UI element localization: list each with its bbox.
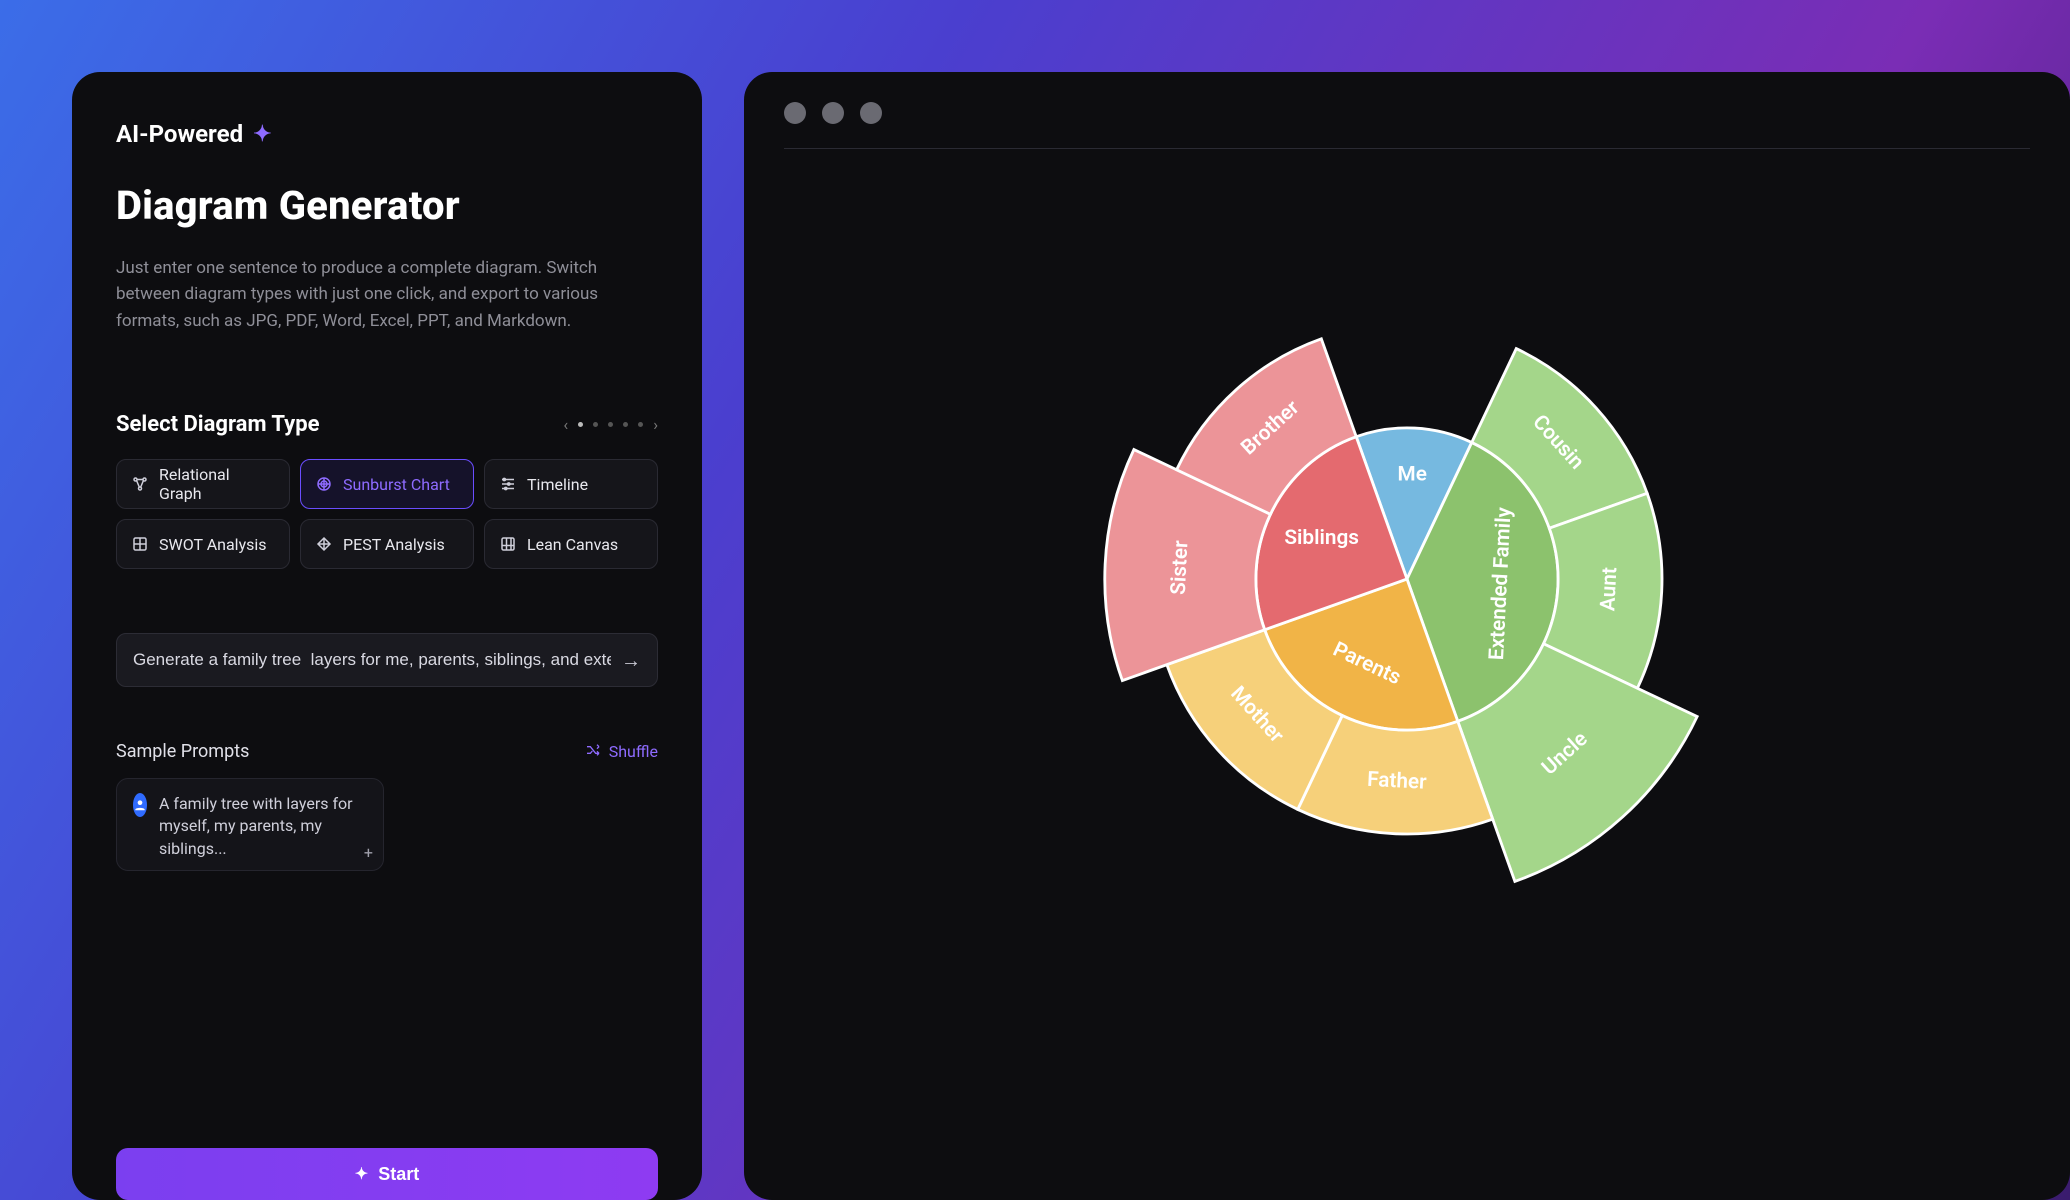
graph-icon bbox=[131, 475, 149, 493]
diagram-type-timeline[interactable]: Timeline bbox=[484, 459, 658, 509]
preview-window: MeExtended FamilyCousinAuntUncleParentsF… bbox=[744, 72, 2070, 1200]
avatar-icon bbox=[133, 793, 147, 817]
chip-label: PEST Analysis bbox=[343, 535, 445, 554]
prompt-input[interactable] bbox=[133, 650, 611, 670]
window-controls bbox=[784, 102, 2030, 149]
chip-label: Sunburst Chart bbox=[343, 475, 450, 494]
canvas-icon bbox=[499, 535, 517, 553]
svg-text:Siblings: Siblings bbox=[1284, 526, 1359, 550]
start-label: Start bbox=[378, 1164, 419, 1185]
diagram-type-sunburst-chart[interactable]: Sunburst Chart bbox=[300, 459, 474, 509]
svg-text:Sister: Sister bbox=[1167, 539, 1194, 595]
diagram-type-grid: Relational Graph Sunburst Chart bbox=[116, 459, 658, 569]
swot-icon bbox=[131, 535, 149, 553]
diagram-type-heading: Select Diagram Type bbox=[116, 412, 320, 437]
pager-dot[interactable] bbox=[578, 422, 583, 427]
sunburst-icon bbox=[315, 475, 333, 493]
diagram-type-pager: ‹ › bbox=[563, 415, 658, 434]
ai-powered-badge: AI-Powered ✦ bbox=[116, 120, 658, 148]
chip-label: Lean Canvas bbox=[527, 535, 618, 554]
sunburst-chart: MeExtended FamilyCousinAuntUncleParentsF… bbox=[784, 149, 2030, 939]
shuffle-label: Shuffle bbox=[609, 742, 658, 761]
prompt-input-bar: → bbox=[116, 633, 658, 687]
page-subtitle: Just enter one sentence to produce a com… bbox=[116, 255, 658, 334]
svg-text:Me: Me bbox=[1398, 463, 1427, 487]
submit-arrow-icon[interactable]: → bbox=[611, 648, 641, 673]
pager-dot[interactable] bbox=[593, 422, 598, 427]
pager-next-icon[interactable]: › bbox=[653, 415, 658, 434]
timeline-icon bbox=[499, 475, 517, 493]
pager-dot[interactable] bbox=[638, 422, 643, 427]
chip-label: SWOT Analysis bbox=[159, 535, 267, 554]
diagram-type-lean-canvas[interactable]: Lean Canvas bbox=[484, 519, 658, 569]
shuffle-icon bbox=[585, 742, 601, 762]
badge-text: AI-Powered bbox=[116, 120, 243, 148]
window-dot-icon bbox=[860, 102, 882, 124]
chip-label: Timeline bbox=[527, 475, 588, 494]
diagram-type-pest-analysis[interactable]: PEST Analysis bbox=[300, 519, 474, 569]
start-button[interactable]: ✦ Start bbox=[116, 1148, 658, 1200]
svg-text:Aunt: Aunt bbox=[1596, 567, 1622, 612]
sparkle-icon: ✦ bbox=[355, 1164, 368, 1184]
pager-prev-icon[interactable]: ‹ bbox=[563, 415, 568, 434]
sample-prompt-text: A family tree with layers for myself, my… bbox=[159, 793, 367, 860]
chip-label: Relational Graph bbox=[159, 465, 275, 503]
generator-panel: AI-Powered ✦ Diagram Generator Just ente… bbox=[72, 72, 702, 1200]
pager-dot[interactable] bbox=[623, 422, 628, 427]
sample-prompt-card[interactable]: A family tree with layers for myself, my… bbox=[116, 778, 384, 871]
diagram-type-relational-graph[interactable]: Relational Graph bbox=[116, 459, 290, 509]
window-dot-icon bbox=[784, 102, 806, 124]
pager-dot[interactable] bbox=[608, 422, 613, 427]
sample-prompts-heading: Sample Prompts bbox=[116, 741, 249, 762]
shuffle-button[interactable]: Shuffle bbox=[585, 742, 658, 762]
sparkle-icon: ✦ bbox=[253, 122, 271, 147]
window-dot-icon bbox=[822, 102, 844, 124]
pest-icon bbox=[315, 535, 333, 553]
page-title: Diagram Generator bbox=[116, 182, 658, 229]
add-sample-icon[interactable]: + bbox=[364, 843, 373, 862]
diagram-type-swot-analysis[interactable]: SWOT Analysis bbox=[116, 519, 290, 569]
svg-text:Father: Father bbox=[1367, 768, 1428, 795]
